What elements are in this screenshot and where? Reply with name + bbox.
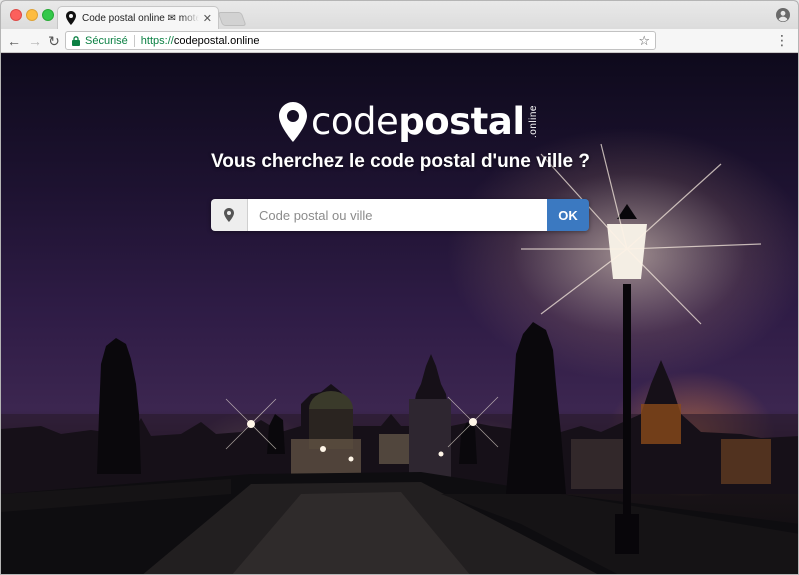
lock-icon xyxy=(72,35,80,46)
browser-window: Code postal online ✉ moteur de recherche… xyxy=(0,0,799,575)
logo-code: code xyxy=(311,100,399,143)
logo-tld: .online xyxy=(527,105,539,138)
tab-title: Code postal online ✉ moteur de recherche xyxy=(82,12,199,24)
search-form: OK xyxy=(211,199,589,231)
search-addon xyxy=(211,199,248,231)
browser-toolbar: ← → ↻ Sécurisé https:// codepostal.onlin… xyxy=(1,29,798,53)
back-icon[interactable]: ← xyxy=(6,33,22,49)
address-bar[interactable]: Sécurisé https:// codepostal.online ☆ xyxy=(65,31,656,50)
secure-label: Sécurisé xyxy=(85,34,128,47)
omnibox-divider xyxy=(133,34,135,47)
title-bar: Code postal online ✉ moteur de recherche… xyxy=(1,1,798,29)
zoom-window-button[interactable] xyxy=(42,9,54,21)
minimize-window-button[interactable] xyxy=(26,9,38,21)
site-logo[interactable]: codepostal .online xyxy=(279,94,539,142)
forward-icon[interactable]: → xyxy=(27,33,43,49)
profile-icon[interactable] xyxy=(776,8,790,22)
page-content: codepostal .online Vous cherchez le code… xyxy=(1,54,798,574)
close-icon[interactable]: ✕ xyxy=(203,12,212,25)
url-host: codepostal.online xyxy=(173,34,260,47)
menu-icon[interactable]: ⋮ xyxy=(775,32,789,48)
close-window-button[interactable] xyxy=(10,9,22,21)
logo-postal: postal xyxy=(398,100,525,143)
search-input[interactable] xyxy=(248,199,547,231)
reload-icon[interactable]: ↻ xyxy=(46,33,62,49)
location-pin-icon xyxy=(224,208,234,222)
new-tab-button[interactable] xyxy=(217,12,247,26)
location-pin-icon xyxy=(279,102,307,142)
bookmark-star-icon[interactable]: ☆ xyxy=(638,33,650,49)
logo-wordmark: codepostal xyxy=(311,102,525,142)
tab-active[interactable]: Code postal online ✉ moteur de recherche… xyxy=(57,6,219,29)
url-scheme: https:// xyxy=(140,34,174,47)
location-pin-icon xyxy=(66,11,76,25)
search-submit-button[interactable]: OK xyxy=(547,199,589,231)
page-title: Vous cherchez le code postal d'une ville… xyxy=(211,151,590,172)
